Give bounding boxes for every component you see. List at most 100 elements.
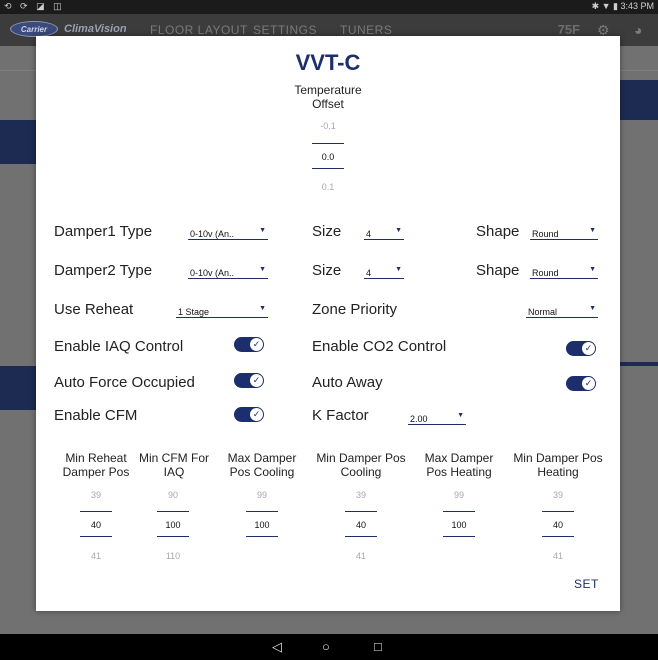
check-icon: ✓	[582, 377, 595, 390]
check-icon: ✓	[250, 338, 263, 351]
caret-down-icon: ▼	[589, 266, 596, 273]
picker-divider	[80, 536, 112, 537]
min-cfm-for-iaq-value[interactable]: 100	[157, 520, 189, 530]
caret-down-icon: ▼	[259, 266, 266, 273]
enable-iaq-toggle[interactable]: ✓	[234, 337, 264, 352]
max-damper-pos-heating-label: Max Damper Pos Heating	[424, 451, 494, 479]
enable-co2-toggle[interactable]: ✓	[566, 341, 596, 356]
temperature-offset-label: Temperature Offset	[294, 83, 362, 111]
max-damper-pos-cooling-value[interactable]: 100	[246, 520, 278, 530]
check-icon: ✓	[250, 374, 263, 387]
caret-down-icon: ▼	[589, 305, 596, 312]
zone-priority-dropdown[interactable]: Normal ▼	[526, 304, 598, 318]
picker-divider	[542, 511, 574, 512]
caret-down-icon: ▼	[395, 227, 402, 234]
min-cfm-for-iaq-prev[interactable]: 90	[157, 490, 189, 500]
min-reheat-damper-pos-prev[interactable]: 39	[80, 490, 112, 500]
check-icon: ✓	[250, 408, 263, 421]
auto-force-occupied-toggle[interactable]: ✓	[234, 373, 264, 388]
picker-divider	[157, 536, 189, 537]
picker-divider	[345, 511, 377, 512]
temperature-offset-prev[interactable]: -0.1	[312, 121, 344, 131]
background-band	[0, 120, 36, 164]
damper2-size-dropdown[interactable]: 4 ▼	[364, 265, 404, 279]
picker-divider	[80, 511, 112, 512]
damper1-shape-dropdown[interactable]: Round ▼	[530, 226, 598, 240]
use-reheat-label: Use Reheat	[54, 301, 134, 318]
home-icon[interactable]: ○	[322, 639, 330, 654]
temperature-offset-value[interactable]: 0.0	[312, 152, 344, 162]
min-damper-pos-heating-label: Min Damper Pos Heating	[513, 451, 603, 479]
tab-floor-layout[interactable]: FLOOR LAYOUT	[150, 23, 248, 37]
damper2-size-label: Size	[312, 262, 342, 279]
min-reheat-damper-pos-next[interactable]: 41	[80, 551, 112, 561]
min-damper-pos-cooling-prev[interactable]: 39	[345, 490, 377, 500]
auto-force-occupied-label: Auto Force Occupied	[54, 374, 195, 391]
auto-away-label: Auto Away	[312, 374, 383, 391]
enable-cfm-label: Enable CFM	[54, 407, 138, 424]
picker-divider	[443, 536, 475, 537]
caret-down-icon: ▼	[457, 412, 464, 419]
max-damper-pos-cooling-label: Max Damper Pos Cooling	[227, 451, 297, 479]
back-icon[interactable]: ◁	[272, 639, 282, 655]
temperature-offset-next[interactable]: 0.1	[312, 182, 344, 192]
max-damper-pos-cooling-prev[interactable]: 99	[246, 490, 278, 500]
caret-down-icon: ▼	[259, 305, 266, 312]
background-band	[620, 362, 658, 366]
set-button[interactable]: SET	[574, 577, 599, 591]
temperature-badge: 75F	[557, 22, 580, 37]
android-nav-bar: ◁ ○ □	[0, 634, 658, 660]
status-icons-right: ✱ ▼ ▮ 3:43 PM	[591, 1, 654, 11]
min-damper-pos-heating-next[interactable]: 41	[542, 551, 574, 561]
damper1-type-label: Damper1 Type	[54, 223, 153, 240]
min-damper-pos-heating-prev[interactable]: 39	[542, 490, 574, 500]
damper2-type-label: Damper2 Type	[54, 262, 153, 279]
damper1-size-dropdown[interactable]: 4 ▼	[364, 226, 404, 240]
background-band	[620, 80, 658, 120]
use-reheat-dropdown[interactable]: 1 Stage ▼	[176, 304, 268, 318]
picker-divider	[443, 511, 475, 512]
picker-divider	[246, 511, 278, 512]
dashboard-icon[interactable]: ◕	[634, 22, 642, 38]
background-band	[0, 366, 36, 410]
zone-priority-label: Zone Priority	[312, 301, 398, 318]
max-damper-pos-heating-value[interactable]: 100	[443, 520, 475, 530]
enable-cfm-toggle[interactable]: ✓	[234, 407, 264, 422]
k-factor-dropdown[interactable]: 2.00 ▼	[408, 411, 466, 425]
picker-divider	[345, 536, 377, 537]
carrier-logo: Carrier	[10, 21, 58, 37]
min-damper-pos-cooling-value[interactable]: 40	[345, 520, 377, 530]
min-reheat-damper-pos-value[interactable]: 40	[80, 520, 112, 530]
damper1-shape-label: Shape	[476, 223, 520, 240]
recents-icon[interactable]: □	[374, 639, 382, 654]
brand-name: ClimaVision	[64, 23, 127, 35]
auto-away-toggle[interactable]: ✓	[566, 376, 596, 391]
enable-iaq-label: Enable IAQ Control	[54, 338, 184, 355]
caret-down-icon: ▼	[395, 266, 402, 273]
damper1-size-label: Size	[312, 223, 342, 240]
min-cfm-for-iaq-label: Min CFM For IAQ	[139, 451, 209, 479]
picker-divider	[246, 536, 278, 537]
caret-down-icon: ▼	[589, 227, 596, 234]
damper2-type-dropdown[interactable]: 0-10v (An.. ▼	[188, 265, 268, 279]
enable-co2-label: Enable CO2 Control	[312, 338, 447, 355]
picker-divider	[312, 143, 344, 144]
damper1-type-dropdown[interactable]: 0-10v (An.. ▼	[188, 226, 268, 240]
picker-divider	[312, 168, 344, 169]
min-cfm-for-iaq-next[interactable]: 110	[157, 551, 189, 561]
min-reheat-damper-pos-label: Min Reheat Damper Pos	[62, 451, 130, 479]
status-bar: ⟲ ⟳ ◪ ◫ ✱ ▼ ▮ 3:43 PM	[0, 0, 658, 14]
damper2-shape-label: Shape	[476, 262, 520, 279]
damper2-shape-dropdown[interactable]: Round ▼	[530, 265, 598, 279]
max-damper-pos-heating-prev[interactable]: 99	[443, 490, 475, 500]
k-factor-label: K Factor	[312, 407, 369, 424]
vvt-c-dialog: VVT-C Temperature Offset -0.1 0.0 0.1 Da…	[36, 36, 620, 611]
picker-divider	[542, 536, 574, 537]
tab-settings[interactable]: SETTINGS	[253, 23, 317, 37]
tab-tuners[interactable]: TUNERS	[340, 23, 392, 37]
min-damper-pos-cooling-next[interactable]: 41	[345, 551, 377, 561]
status-icons-left: ⟲ ⟳ ◪ ◫	[4, 1, 65, 11]
picker-divider	[157, 511, 189, 512]
check-icon: ✓	[582, 342, 595, 355]
min-damper-pos-heating-value[interactable]: 40	[542, 520, 574, 530]
